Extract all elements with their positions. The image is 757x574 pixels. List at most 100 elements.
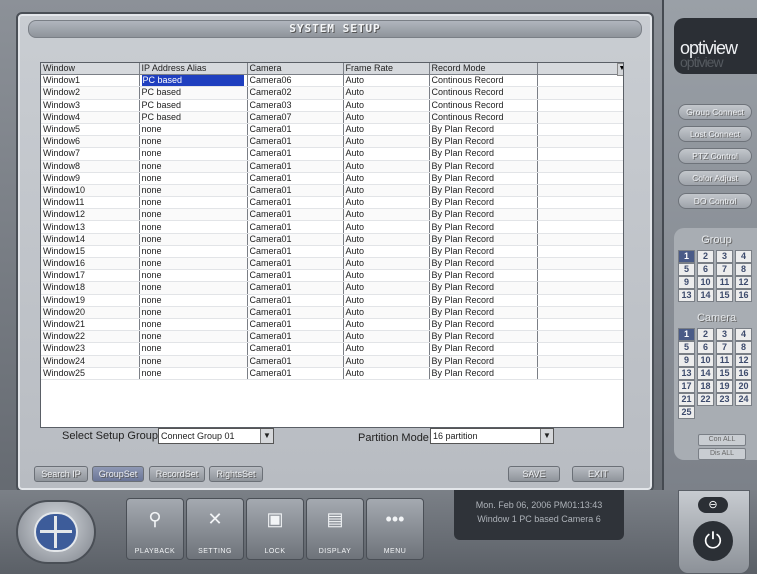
table-row[interactable]: Window8 none Camera01 Auto By Plan Record: [41, 160, 623, 173]
cell-window[interactable]: Window15: [41, 245, 140, 259]
group-number-button[interactable]: 3: [716, 250, 733, 263]
cell-window[interactable]: Window7: [41, 147, 140, 161]
camera-number-button[interactable]: 7: [716, 341, 733, 354]
camera-number-button[interactable]: 3: [716, 328, 733, 341]
table-row[interactable]: Window10 none Camera01 Auto By Plan Record: [41, 184, 623, 198]
cell-window[interactable]: Window25: [41, 367, 140, 380]
cell-window[interactable]: Window14: [41, 233, 140, 246]
cell-record-mode[interactable]: Continous Record: [429, 99, 538, 112]
group-number-button[interactable]: 12: [735, 276, 752, 289]
cell-camera[interactable]: Camera01: [247, 233, 344, 246]
group-connect-button[interactable]: Group Connect: [678, 104, 752, 120]
cell-camera[interactable]: Camera01: [247, 172, 344, 185]
cell-ip-alias[interactable]: none: [139, 196, 248, 210]
group-number-button[interactable]: 7: [716, 263, 733, 276]
cell-frame-rate[interactable]: Auto: [343, 220, 430, 234]
cell-camera[interactable]: Camera01: [247, 281, 344, 295]
lost-connect-button[interactable]: Lost Connect: [678, 126, 752, 142]
table-row[interactable]: Window11 none Camera01 Auto By Plan Record: [41, 196, 623, 210]
save-button[interactable]: SAVE: [508, 466, 560, 482]
cell-record-mode[interactable]: By Plan Record: [429, 342, 538, 356]
cell-ip-alias[interactable]: PC based: [139, 86, 248, 100]
table-row[interactable]: Window14 none Camera01 Auto By Plan Record: [41, 233, 623, 246]
lock-button[interactable]: ▣ LOCK: [246, 498, 304, 560]
cell-window[interactable]: Window19: [41, 294, 140, 307]
cell-frame-rate[interactable]: Auto: [343, 257, 430, 271]
cell-camera[interactable]: Camera01: [247, 330, 344, 344]
cell-window[interactable]: Window18: [41, 281, 140, 295]
camera-number-button[interactable]: 4: [735, 328, 752, 341]
cell-ip-alias[interactable]: none: [139, 269, 248, 283]
group-number-button[interactable]: 16: [735, 289, 752, 302]
cell-window[interactable]: Window22: [41, 330, 140, 344]
cell-record-mode[interactable]: Continous Record: [429, 74, 538, 88]
cell-record-mode[interactable]: By Plan Record: [429, 172, 538, 185]
cell-window[interactable]: Window3: [41, 99, 140, 112]
group-number-button[interactable]: 5: [678, 263, 695, 276]
cell-record-mode[interactable]: By Plan Record: [429, 184, 538, 198]
disconnect-all-button[interactable]: Dis ALL: [698, 448, 746, 460]
cell-frame-rate[interactable]: Auto: [343, 74, 430, 88]
cell-ip-alias[interactable]: none: [139, 281, 248, 295]
table-row[interactable]: Window13 none Camera01 Auto By Plan Record: [41, 220, 623, 234]
camera-number-button[interactable]: 11: [716, 354, 733, 367]
cell-frame-rate[interactable]: Auto: [343, 184, 430, 198]
cell-ip-alias[interactable]: none: [139, 160, 248, 173]
group-set-button[interactable]: GroupSet: [92, 466, 144, 482]
record-set-button[interactable]: RecordSet: [149, 466, 205, 482]
cell-ip-alias[interactable]: none: [139, 306, 248, 319]
chevron-down-icon[interactable]: ▼: [540, 429, 553, 443]
cell-camera[interactable]: Camera01: [247, 147, 344, 161]
power-button[interactable]: ⏻: [693, 521, 733, 561]
cell-ip-alias[interactable]: none: [139, 355, 248, 368]
camera-number-button[interactable]: 20: [735, 380, 752, 393]
cell-camera[interactable]: Camera01: [247, 160, 344, 173]
cell-ip-alias[interactable]: PC based: [139, 111, 248, 124]
camera-number-button[interactable]: 24: [735, 393, 752, 406]
table-row[interactable]: Window17 none Camera01 Auto By Plan Record: [41, 269, 623, 283]
cell-frame-rate[interactable]: Auto: [343, 269, 430, 283]
table-row[interactable]: Window18 none Camera01 Auto By Plan Record: [41, 281, 623, 295]
cell-ip-alias[interactable]: none: [139, 220, 248, 234]
camera-number-button[interactable]: 2: [697, 328, 714, 341]
camera-number-button[interactable]: 21: [678, 393, 695, 406]
cell-ip-alias[interactable]: none: [139, 147, 248, 161]
camera-number-button[interactable]: 6: [697, 341, 714, 354]
camera-number-button[interactable]: 10: [697, 354, 714, 367]
cell-ip-alias[interactable]: none: [139, 342, 248, 356]
cell-window[interactable]: Window13: [41, 220, 140, 234]
cell-window[interactable]: Window12: [41, 208, 140, 222]
group-number-button[interactable]: 9: [678, 276, 695, 289]
camera-number-button[interactable]: 13: [678, 367, 695, 380]
cell-frame-rate[interactable]: Auto: [343, 160, 430, 173]
table-row[interactable]: Window20 none Camera01 Auto By Plan Record: [41, 306, 623, 319]
cell-window[interactable]: Window1: [41, 74, 140, 88]
cell-record-mode[interactable]: By Plan Record: [429, 281, 538, 295]
cell-ip-alias[interactable]: none: [139, 123, 248, 137]
cell-frame-rate[interactable]: Auto: [343, 123, 430, 137]
table-row[interactable]: Window25 none Camera01 Auto By Plan Record: [41, 367, 623, 380]
cell-camera[interactable]: Camera01: [247, 196, 344, 210]
group-number-button[interactable]: 6: [697, 263, 714, 276]
cell-ip-alias[interactable]: none: [139, 233, 248, 246]
cell-frame-rate[interactable]: Auto: [343, 367, 430, 380]
cell-camera[interactable]: Camera01: [247, 342, 344, 356]
do-control-button[interactable]: DO Control: [678, 193, 752, 209]
camera-number-button[interactable]: 14: [697, 367, 714, 380]
cell-ip-alias[interactable]: none: [139, 172, 248, 185]
cell-frame-rate[interactable]: Auto: [343, 86, 430, 100]
color-adjust-button[interactable]: Color Adjust: [678, 170, 752, 186]
cell-frame-rate[interactable]: Auto: [343, 208, 430, 222]
camera-number-button[interactable]: 16: [735, 367, 752, 380]
cell-camera[interactable]: Camera01: [247, 123, 344, 137]
cell-frame-rate[interactable]: Auto: [343, 99, 430, 112]
cell-record-mode[interactable]: By Plan Record: [429, 147, 538, 161]
cell-record-mode[interactable]: By Plan Record: [429, 318, 538, 332]
cell-window[interactable]: Window4: [41, 111, 140, 124]
cell-ip-alias[interactable]: none: [139, 135, 248, 149]
cell-ip-alias[interactable]: none: [139, 330, 248, 344]
cell-ip-alias[interactable]: none: [139, 367, 248, 380]
setup-group-select[interactable]: Connect Group 01 ▼: [158, 428, 274, 444]
cell-camera[interactable]: Camera01: [247, 245, 344, 259]
cell-window[interactable]: Window10: [41, 184, 140, 198]
